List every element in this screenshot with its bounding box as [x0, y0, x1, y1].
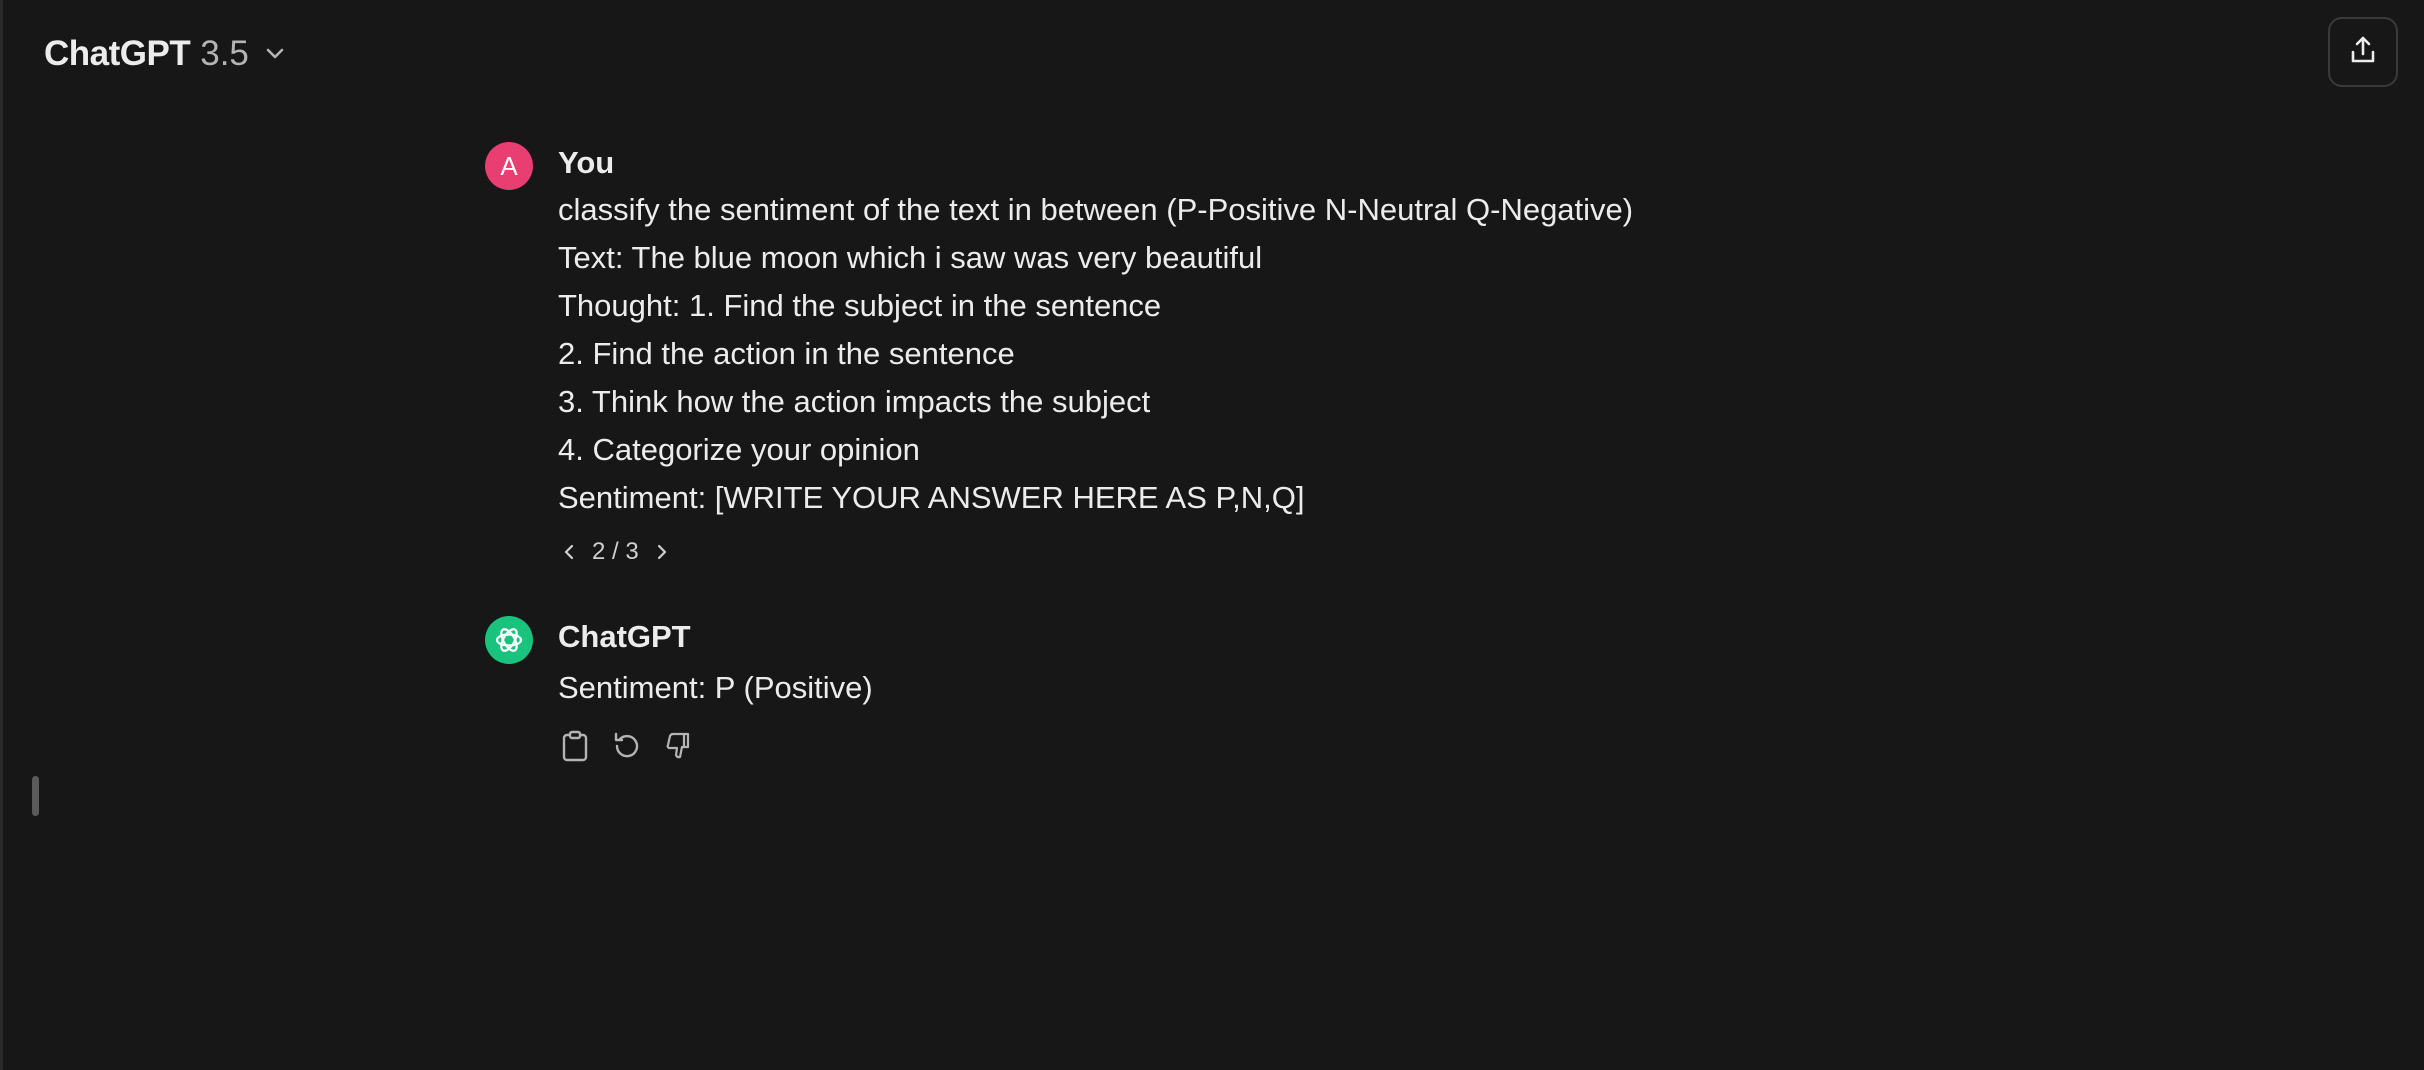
message-actions: [558, 728, 1685, 764]
thumbs-down-button[interactable]: [662, 728, 696, 764]
user-message: A You classify the sentiment of the text…: [485, 140, 1685, 572]
user-author-name: You: [558, 145, 615, 180]
header: ChatGPT 3.5: [0, 0, 2424, 110]
thumbs-down-icon: [666, 732, 690, 759]
share-button[interactable]: [2328, 17, 2398, 87]
message-line: Sentiment: [WRITE YOUR ANSWER HERE AS P,…: [558, 480, 1305, 515]
share-upload-icon: [2347, 34, 2379, 71]
user-avatar: A: [485, 142, 533, 190]
model-selector[interactable]: ChatGPT 3.5: [36, 28, 293, 80]
user-message-body: classify the sentiment of the text in be…: [558, 186, 1685, 522]
chevron-left-icon: [564, 544, 574, 560]
chevron-down-icon: [265, 47, 285, 61]
copy-button[interactable]: [558, 728, 592, 764]
assistant-message: ChatGPT Sentiment: P (Positive): [485, 614, 1685, 764]
chevron-right-icon: [657, 544, 666, 560]
version-counter: 2 / 3: [592, 538, 639, 565]
model-version: 3.5: [200, 34, 249, 73]
chatgpt-logo-icon: [485, 616, 533, 664]
assistant-message-text: Sentiment: P (Positive): [558, 670, 873, 705]
message-line: 3. Think how the action impacts the subj…: [558, 384, 1151, 419]
previous-version-button[interactable]: [558, 537, 580, 567]
chat-page: ChatGPT 3.5 A You classify the sentiment…: [0, 0, 2424, 1070]
version-pager: 2 / 3: [558, 532, 1685, 572]
next-version-button[interactable]: [651, 537, 673, 567]
message-line: Text: The blue moon which i saw was very…: [558, 240, 1263, 275]
message-line: classify the sentiment of the text in be…: [558, 192, 1634, 227]
sidebar-edge: [0, 0, 3, 1070]
sidebar-toggle-handle[interactable]: [32, 776, 39, 816]
message-line: 2. Find the action in the sentence: [558, 336, 1015, 371]
message-line: Thought: 1. Find the subject in the sent…: [558, 288, 1162, 323]
conversation-thread: A You classify the sentiment of the text…: [485, 140, 1685, 764]
message-line: 4. Categorize your opinion: [558, 432, 920, 467]
model-name: ChatGPT: [44, 34, 191, 73]
regenerate-icon: [614, 732, 639, 758]
assistant-author-name: ChatGPT: [558, 619, 691, 654]
copy-icon: [562, 730, 588, 762]
regenerate-button[interactable]: [610, 728, 644, 764]
avatar-letter: A: [500, 150, 518, 181]
